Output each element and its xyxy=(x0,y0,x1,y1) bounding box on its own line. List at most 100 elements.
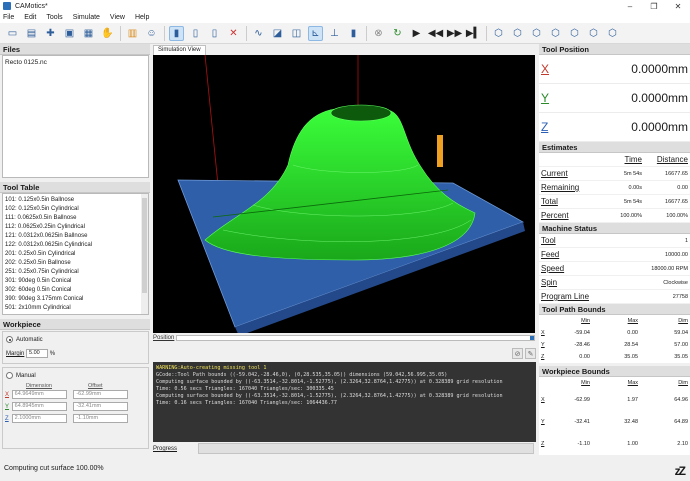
view-right-icon[interactable]: ⬡ xyxy=(548,26,563,41)
tool-item[interactable]: 501: 2x10mm Cylindrical xyxy=(5,304,146,313)
tool-item[interactable]: 302: 60deg 0.5in Conical xyxy=(5,286,146,295)
title-bar: CAMotics* – ❐ ✕ xyxy=(0,0,690,12)
open-file-icon[interactable]: ▤ xyxy=(24,26,39,41)
max-value: 32.48 xyxy=(624,419,638,425)
console-log[interactable]: WARNING:Auto-creating missing tool 1 GCo… xyxy=(153,362,536,442)
play-icon[interactable]: ▶ xyxy=(409,26,424,41)
min-value: -32.41 xyxy=(574,419,590,425)
menu-simulate[interactable]: Simulate xyxy=(73,14,100,21)
view-back-icon[interactable]: ⬡ xyxy=(567,26,582,41)
menu-help[interactable]: Help xyxy=(135,14,149,21)
simulation-canvas[interactable] xyxy=(153,55,535,333)
offset-y-input[interactable]: -32.41mm xyxy=(73,402,129,411)
menu-bar: File Edit Tools Simulate View Help xyxy=(0,12,690,23)
files-list[interactable]: Recto 0125.nc xyxy=(2,55,149,178)
maximize-button[interactable]: ❐ xyxy=(642,0,666,12)
dimension-z-input[interactable]: 2.1000mm xyxy=(11,414,67,423)
bounds-row: X -59.04 0.00 59.04 xyxy=(539,327,690,339)
fast-forward-icon[interactable]: ▶▶ xyxy=(447,26,462,41)
tool-item[interactable]: 122: 0.0312x0.0625in Cylindrical xyxy=(5,241,146,250)
export-icon[interactable]: ▦ xyxy=(81,26,96,41)
estimates-title: Estimates xyxy=(539,142,690,153)
view-front-icon[interactable]: ⬡ xyxy=(510,26,525,41)
manual-option[interactable]: Manual xyxy=(6,372,36,379)
window-title: CAMotics* xyxy=(15,2,48,10)
clear-icon[interactable]: ✕ xyxy=(226,26,241,41)
tool-item[interactable]: 251: 0.25x0.75in Cylindrical xyxy=(5,268,146,277)
toolpath-view-icon[interactable]: ▮ xyxy=(346,26,361,41)
position-slider[interactable] xyxy=(176,335,535,341)
tool-table-scrollbar[interactable] xyxy=(141,194,148,314)
tool-item[interactable]: 301: 90deg 0.5in Conical xyxy=(5,277,146,286)
console-clear-icon[interactable]: ⊘ xyxy=(512,348,523,359)
stop-icon[interactable]: ⊗ xyxy=(371,26,386,41)
offset-x-input[interactable]: -62.99mm xyxy=(73,390,129,399)
tool-item[interactable]: 202: 0.25x0.5in Ballnose xyxy=(5,259,146,268)
tool-item[interactable]: 201: 0.25x0.5in Cylindrical xyxy=(5,250,146,259)
handshake-icon[interactable]: ✋ xyxy=(100,26,115,41)
save-icon[interactable]: ▣ xyxy=(62,26,77,41)
tab-simulation-view[interactable]: Simulation View xyxy=(153,45,206,55)
bounds-row: Z -1.10 1.00 2.10 xyxy=(539,433,690,455)
tool-model xyxy=(437,135,443,167)
row-label: Percent xyxy=(541,211,569,220)
dimension-y-input[interactable]: 64.8945mm xyxy=(11,402,67,411)
time-value: 5m 54s xyxy=(623,170,642,177)
row-label: Speed xyxy=(541,264,565,273)
offset-z-input[interactable]: -1.10mm xyxy=(73,414,129,423)
progress-bar xyxy=(198,443,534,454)
tool-item[interactable]: 112: 0.0625x0.25in Cylindrical xyxy=(5,223,146,232)
tool-item[interactable]: 111: 0.0625x0.5in Ballnose xyxy=(5,214,146,223)
reload-icon[interactable]: ↻ xyxy=(390,26,405,41)
workpiece-icon[interactable]: ◫ xyxy=(289,26,304,41)
distance-value: 0.00 xyxy=(677,184,688,191)
view-mode-2-icon[interactable]: ▯ xyxy=(188,26,203,41)
console-buttons: ⊘ ✎ xyxy=(510,348,536,359)
tool-item[interactable]: 121: 0.0312x0.0625in Ballnose xyxy=(5,232,146,241)
axis-label: Z xyxy=(541,354,545,360)
min-value: -59.04 xyxy=(574,330,590,336)
automatic-option[interactable]: Automatic xyxy=(6,336,43,343)
console-edit-icon[interactable]: ✎ xyxy=(525,348,536,359)
user-icon[interactable]: ☺ xyxy=(144,26,159,41)
tool-display-icon[interactable]: ⊥ xyxy=(327,26,342,41)
view-top-icon[interactable]: ⬡ xyxy=(529,26,544,41)
tool-icon[interactable]: ▥ xyxy=(125,26,140,41)
dimension-x-input[interactable]: 64.9649mm xyxy=(11,390,67,399)
dim-value: 57.00 xyxy=(674,342,688,348)
add-icon[interactable]: ✚ xyxy=(43,26,58,41)
position-slider-thumb[interactable] xyxy=(530,336,534,340)
skip-icon[interactable]: ▶▍ xyxy=(466,26,481,41)
time-value: 100.00% xyxy=(620,212,642,219)
max-value: 28.54 xyxy=(624,342,638,348)
tool-item[interactable]: 102: 0.125x0.5in Cylindrical xyxy=(5,205,146,214)
view-mode-1-icon[interactable]: ▮ xyxy=(169,25,184,41)
new-file-icon[interactable]: ▭ xyxy=(5,26,20,41)
tool-item[interactable]: 390: 90deg 3.175mm Conical xyxy=(5,295,146,304)
manual-radio[interactable] xyxy=(6,372,13,379)
tool-item[interactable]: 101: 0.125x0.5in Ballnose xyxy=(5,196,146,205)
menu-view[interactable]: View xyxy=(110,14,125,21)
path-icon[interactable]: ∿ xyxy=(251,26,266,41)
simulation-viewport[interactable] xyxy=(153,55,535,333)
bounds-row: Y -28.46 28.54 57.00 xyxy=(539,339,690,351)
menu-file[interactable]: File xyxy=(3,14,14,21)
menu-tools[interactable]: Tools xyxy=(46,14,62,21)
tool-table-list[interactable]: 101: 0.125x0.5in Ballnose 102: 0.125x0.5… xyxy=(2,193,149,315)
view-mode-3-icon[interactable]: ▯ xyxy=(207,26,222,41)
view-iso-icon[interactable]: ⬡ xyxy=(491,26,506,41)
machine-status-row: Spin Clockwise xyxy=(539,276,690,290)
surface-icon[interactable]: ◪ xyxy=(270,26,285,41)
file-item[interactable]: Recto 0125.nc xyxy=(5,59,146,66)
automatic-radio[interactable] xyxy=(6,336,13,343)
menu-edit[interactable]: Edit xyxy=(24,14,36,21)
rewind-icon[interactable]: ◀◀ xyxy=(428,26,443,41)
toolpath-top-rim xyxy=(330,104,392,122)
close-button[interactable]: ✕ xyxy=(666,0,690,12)
view-left-icon[interactable]: ⬡ xyxy=(586,26,601,41)
axes-icon[interactable]: ⊾ xyxy=(308,25,323,41)
margin-input[interactable]: 5.00 xyxy=(26,349,49,358)
view-bottom-icon[interactable]: ⬡ xyxy=(605,26,620,41)
scrollbar-thumb[interactable] xyxy=(142,198,147,293)
minimize-button[interactable]: – xyxy=(618,0,642,12)
